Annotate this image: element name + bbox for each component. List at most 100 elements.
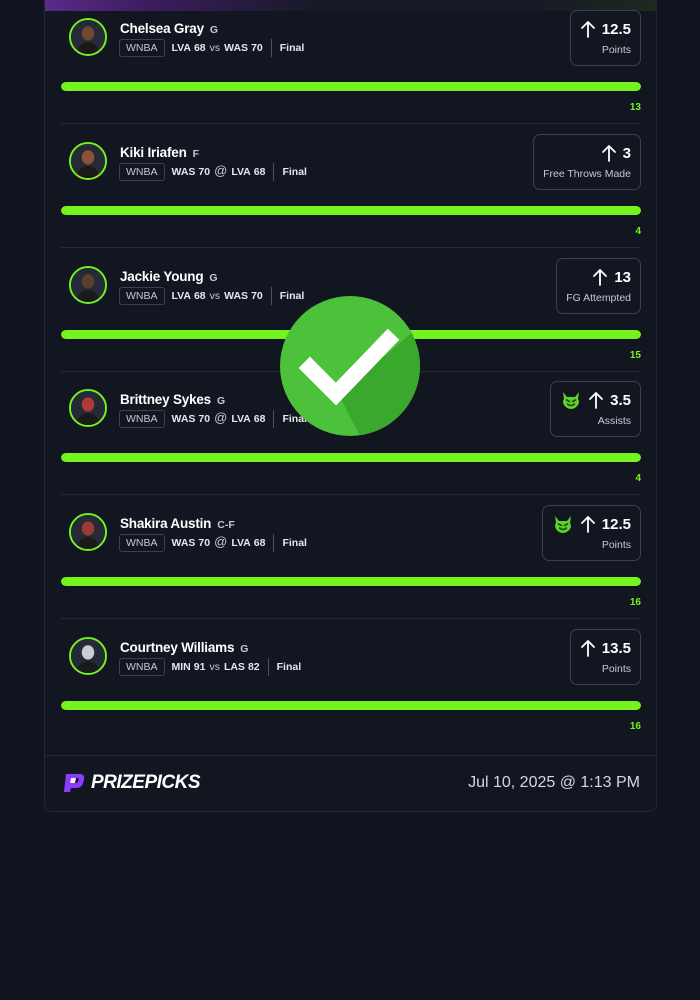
- team-1: WAS: [171, 166, 196, 178]
- team-1-score: 70: [198, 537, 211, 549]
- progress-fill: [61, 453, 641, 462]
- actual-result: 4: [635, 226, 641, 237]
- projection-box[interactable]: 12.5 Points: [541, 505, 641, 561]
- game-status: Final: [282, 537, 307, 549]
- team-2: LVA: [231, 537, 251, 549]
- player-avatar: [69, 266, 107, 304]
- player-position: G: [209, 272, 218, 284]
- projection-line: 3: [622, 144, 631, 162]
- arrow-up-icon: [580, 640, 595, 657]
- actual-result: 16: [629, 597, 641, 608]
- progress-bar: [61, 577, 641, 586]
- brand-name: PRIZEPICKS: [91, 772, 201, 793]
- player-avatar: [69, 18, 107, 56]
- matchup-connector: @: [214, 162, 228, 178]
- projection-stat: Points: [601, 663, 631, 675]
- arrow-up-icon: [589, 392, 604, 409]
- player-name[interactable]: Courtney Williams: [120, 640, 234, 655]
- projection-stat: Assists: [597, 415, 631, 427]
- player-avatar: [69, 637, 107, 675]
- progress-bar: [61, 453, 641, 462]
- team-2-score: 70: [251, 290, 263, 302]
- projection-line: 13.5: [601, 639, 631, 657]
- player-avatar: [69, 389, 107, 427]
- player-position: F: [192, 148, 200, 160]
- team-2-score: 70: [251, 42, 263, 54]
- matchup-connector: vs: [209, 290, 221, 302]
- footer-divider: [45, 755, 656, 756]
- actual-result: 13: [629, 102, 641, 113]
- player-avatar-image: [71, 20, 105, 54]
- matchup-connector: vs: [209, 661, 220, 673]
- team-2: LAS: [223, 661, 245, 673]
- meta-separator: [273, 534, 275, 552]
- player-position: G: [240, 643, 249, 655]
- game-status: Final: [279, 42, 305, 54]
- team-2: WAS: [224, 290, 249, 302]
- projection-box[interactable]: 3.5 Assists: [550, 381, 641, 437]
- pick-row[interactable]: Shakira Austin C-F WNBA WAS 70 @ LVA 68 …: [61, 495, 641, 619]
- team-1-score: 68: [193, 42, 206, 54]
- player-name[interactable]: Jackie Young: [120, 269, 204, 284]
- player-avatar: [69, 513, 107, 551]
- projection-box[interactable]: 13.5 Points: [569, 629, 641, 685]
- projection-stat: Free Throws Made: [543, 168, 631, 180]
- league-badge: WNBA: [119, 287, 165, 305]
- matchup-connector: vs: [209, 42, 221, 54]
- checkmark-icon: [280, 296, 420, 436]
- demon-icon: [563, 392, 580, 409]
- pick-row[interactable]: Courtney Williams G WNBA MIN 91 vs LAS 8…: [61, 619, 641, 743]
- league-badge: WNBA: [119, 534, 165, 552]
- arrow-up-icon: [593, 269, 608, 286]
- game-info: WNBA WAS 70 @ LVA 68 Final: [119, 409, 307, 429]
- arrow-up-icon: [601, 145, 616, 162]
- projection-box[interactable]: 13 FG Attempted: [556, 258, 641, 314]
- player-position: G: [217, 395, 226, 407]
- player-position: C-F: [217, 519, 235, 531]
- prizepicks-logo-icon: [64, 774, 85, 792]
- player-avatar-image: [71, 391, 105, 425]
- team-1: LVA: [171, 290, 191, 302]
- pick-row[interactable]: Kiki Iriafen F WNBA WAS 70 @ LVA 68 Fina…: [61, 124, 641, 248]
- team-2: LVA: [231, 413, 251, 425]
- matchup-connector: @: [214, 533, 228, 549]
- game-status: Final: [276, 661, 302, 673]
- league-badge: WNBA: [119, 410, 165, 428]
- meta-separator: [273, 410, 275, 428]
- actual-result: 15: [629, 350, 641, 361]
- team-1-score: 70: [198, 413, 211, 425]
- game-status: Final: [282, 166, 307, 178]
- meta-separator: [267, 658, 269, 676]
- player-position: G: [209, 24, 219, 36]
- league-badge: WNBA: [119, 658, 165, 676]
- team-1: WAS: [171, 413, 196, 425]
- player-avatar-image: [71, 639, 105, 673]
- player-name[interactable]: Chelsea Gray: [120, 21, 204, 36]
- team-1: LVA: [171, 42, 191, 54]
- projection-line: 12.5: [601, 20, 631, 38]
- team-1-score: 68: [193, 290, 206, 302]
- team-1-score: 91: [193, 661, 206, 673]
- pick-row[interactable]: Chelsea Gray G WNBA LVA 68 vs WAS 70 Fin…: [61, 0, 641, 124]
- arrow-up-icon: [580, 516, 595, 533]
- game-info: WNBA LVA 68 vs WAS 70 Final: [119, 286, 304, 306]
- game-info: WNBA LVA 68 vs WAS 70 Final: [119, 38, 304, 58]
- projection-box[interactable]: 12.5 Points: [569, 10, 641, 66]
- player-name[interactable]: Kiki Iriafen: [120, 145, 187, 160]
- progress-bar: [61, 206, 641, 215]
- projection-line: 3.5: [610, 391, 631, 409]
- player-name[interactable]: Shakira Austin: [120, 516, 211, 531]
- projection-stat: Points: [601, 539, 631, 551]
- card-footer: PRIZEPICKS Jul 10, 2025 @ 1:13 PM: [45, 755, 656, 812]
- prizepicks-logo: PRIZEPICKS: [62, 772, 201, 794]
- game-info: WNBA WAS 70 @ LVA 68 Final: [119, 533, 307, 553]
- demon-icon: [554, 516, 571, 533]
- player-avatar: [69, 142, 107, 180]
- team-2-score: 68: [253, 413, 266, 425]
- projection-stat: FG Attempted: [566, 292, 631, 304]
- player-avatar-image: [71, 268, 105, 302]
- player-name[interactable]: Brittney Sykes: [120, 392, 211, 407]
- projection-line: 13: [614, 268, 631, 286]
- game-info: WNBA WAS 70 @ LVA 68 Final: [119, 162, 307, 182]
- projection-box[interactable]: 3 Free Throws Made: [533, 134, 641, 190]
